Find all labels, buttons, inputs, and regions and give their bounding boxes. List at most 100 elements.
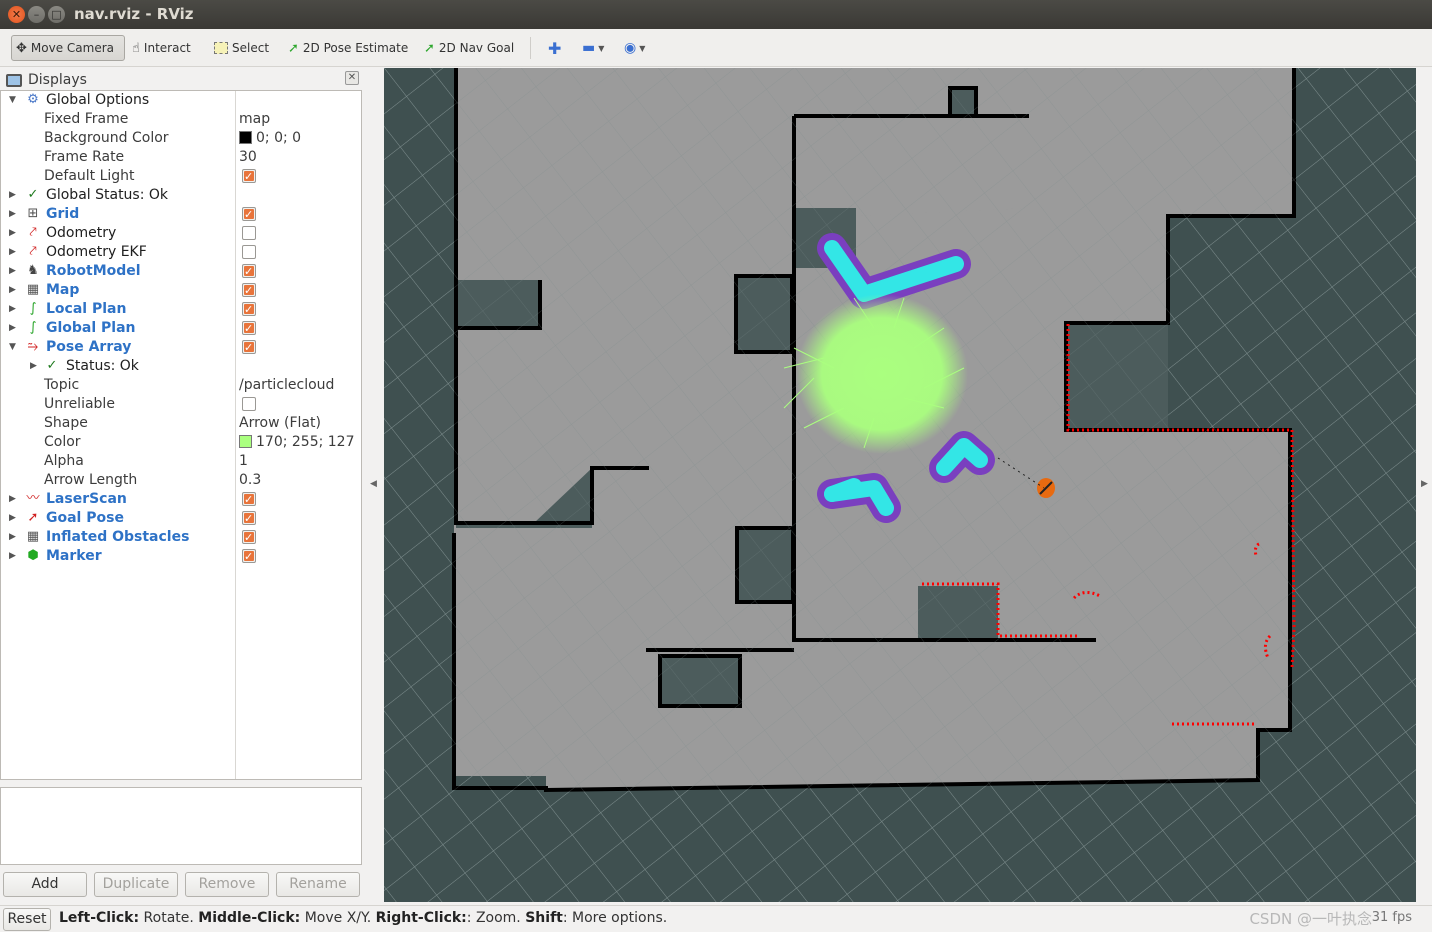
tree-row-default-light[interactable]: Default Light	[1, 167, 361, 186]
arrow-length-value[interactable]: 0.3	[239, 471, 261, 490]
goal-pose-checkbox[interactable]	[242, 509, 256, 528]
tree-row-unreliable[interactable]: Unreliable	[1, 395, 361, 414]
color-value[interactable]: 170; 255; 127	[239, 433, 355, 452]
tree-row-odometry-ekf[interactable]: ▶ ⤤ Odometry EKF	[1, 243, 361, 262]
robot-model-label: RobotModel	[46, 263, 141, 279]
robot-model-checkbox[interactable]	[242, 262, 256, 281]
grid-checkbox[interactable]	[242, 205, 256, 224]
expand-arrow-icon[interactable]: ▶	[9, 319, 19, 338]
tree-row-marker[interactable]: ▶ ⬢ Marker	[1, 547, 361, 566]
move-camera-label: Move Camera	[30, 41, 114, 55]
inflated-obstacles-checkbox[interactable]	[242, 528, 256, 547]
expand-arrow-icon[interactable]: ▶	[9, 300, 19, 319]
tree-row-robot-model[interactable]: ▶ ♞ RobotModel	[1, 262, 361, 281]
expand-arrow-icon[interactable]: ▶	[9, 547, 19, 566]
tree-row-inflated-obstacles[interactable]: ▶ ▦ Inflated Obstacles	[1, 528, 361, 547]
nav-goal-button[interactable]: ➚ 2D Nav Goal	[420, 35, 518, 61]
tree-row-global-options[interactable]: ▼ ⚙ Global Options	[1, 91, 361, 110]
tree-row-shape[interactable]: Shape Arrow (Flat)	[1, 414, 361, 433]
odometry-checkbox[interactable]	[242, 226, 256, 240]
expand-arrow-icon[interactable]: ▶	[9, 528, 19, 547]
reset-button[interactable]: Reset	[3, 908, 51, 931]
tree-row-frame-rate[interactable]: Frame Rate 30	[1, 148, 361, 167]
close-window-button[interactable]: ✕	[8, 6, 25, 23]
tree-row-fixed-frame[interactable]: Fixed Frame map	[1, 110, 361, 129]
expand-arrow-icon[interactable]: ▶	[30, 357, 40, 376]
expand-arrow-icon[interactable]: ▶	[9, 262, 19, 281]
pose-estimate-button[interactable]: ➚ 2D Pose Estimate	[284, 35, 412, 61]
expand-arrow-icon[interactable]: ▶	[9, 224, 19, 243]
map-checkbox[interactable]	[242, 281, 256, 300]
expand-arrow-icon[interactable]: ▶	[9, 243, 19, 262]
tree-row-pose-array-status[interactable]: ▶ ✓ Status: Ok	[1, 357, 361, 376]
expand-arrow-icon[interactable]: ▶	[9, 205, 19, 224]
fixed-frame-value[interactable]: map	[239, 110, 270, 129]
remove-button[interactable]: Remove	[185, 872, 269, 897]
odometry-ekf-checkbox[interactable]	[242, 245, 256, 259]
tree-row-topic[interactable]: Topic /particlecloud	[1, 376, 361, 395]
add-button[interactable]: Add	[3, 872, 87, 897]
laser-scan-checkbox[interactable]	[242, 490, 256, 509]
goal-pose-label: Goal Pose	[46, 510, 124, 526]
tree-row-grid[interactable]: ▶ ⊞ Grid	[1, 205, 361, 224]
laser-scan-icon: 〰	[26, 491, 40, 506]
view-eye-icon[interactable]: ◉ ▼	[620, 35, 649, 61]
expand-arrow-icon[interactable]: ▼	[9, 91, 19, 110]
tree-row-color[interactable]: Color 170; 255; 127	[1, 433, 361, 452]
color-label: Color	[44, 434, 81, 450]
tree-row-arrow-length[interactable]: Arrow Length 0.3	[1, 471, 361, 490]
marker-cube-icon: ⬢	[27, 548, 39, 563]
rename-button[interactable]: Rename	[276, 872, 360, 897]
shape-value[interactable]: Arrow (Flat)	[239, 414, 321, 433]
remove-tool-minus-icon[interactable]: ▬ ▼	[578, 35, 608, 61]
expand-arrow-icon[interactable]: ▶	[9, 281, 19, 300]
expand-arrow-icon[interactable]: ▶	[9, 186, 19, 205]
tree-row-laser-scan[interactable]: ▶ 〰 LaserScan	[1, 490, 361, 509]
tree-row-goal-pose[interactable]: ▶ ➚ Goal Pose	[1, 509, 361, 528]
tree-row-map[interactable]: ▶ ▦ Map	[1, 281, 361, 300]
move-camera-button[interactable]: ✥ Move Camera	[11, 35, 125, 61]
tree-row-local-plan[interactable]: ▶ ∫ Local Plan	[1, 300, 361, 319]
default-light-checkbox[interactable]	[242, 167, 256, 186]
select-button[interactable]: Select	[210, 35, 273, 61]
tree-row-global-plan[interactable]: ▶ ∫ Global Plan	[1, 319, 361, 338]
global-status-label: Global Status: Ok	[46, 187, 169, 203]
pose-array-checkbox[interactable]	[242, 338, 256, 357]
nav-goal-label: 2D Nav Goal	[438, 41, 515, 55]
maximize-window-button[interactable]: □	[48, 6, 65, 23]
tree-row-alpha[interactable]: Alpha 1	[1, 452, 361, 471]
tree-row-global-status[interactable]: ▶ ✓ Global Status: Ok	[1, 186, 361, 205]
alpha-value[interactable]: 1	[239, 452, 248, 471]
collapse-left-arrow-icon[interactable]: ◀	[370, 479, 377, 489]
laser-scan-label: LaserScan	[46, 491, 127, 507]
collapse-arrow-icon[interactable]: ▼	[9, 338, 19, 357]
tree-row-odometry[interactable]: ▶ ⤤ Odometry	[1, 224, 361, 243]
add-tool-plus-icon[interactable]: ✚	[544, 35, 565, 61]
map-render[interactable]	[384, 68, 1416, 902]
default-light-label: Default Light	[44, 168, 135, 184]
toolbar-separator	[530, 37, 531, 59]
chevron-down-icon: ▼	[598, 43, 605, 53]
status-bar: Reset Left-Click: Rotate. Middle-Click: …	[0, 905, 1432, 932]
global-plan-checkbox[interactable]	[242, 319, 256, 338]
collapse-right-arrow-icon[interactable]: ▶	[1421, 479, 1428, 489]
close-panel-button[interactable]: ✕	[345, 71, 359, 85]
global-plan-label: Global Plan	[46, 320, 136, 336]
grid-icon: ⊞	[27, 206, 39, 221]
minimize-window-button[interactable]: –	[28, 6, 45, 23]
path-icon: ∫	[29, 301, 37, 316]
expand-arrow-icon[interactable]: ▶	[9, 490, 19, 509]
frame-rate-value[interactable]: 30	[239, 148, 257, 167]
marker-checkbox[interactable]	[242, 547, 256, 566]
background-color-value[interactable]: 0; 0; 0	[239, 129, 301, 148]
description-box	[0, 787, 362, 865]
duplicate-button[interactable]: Duplicate	[94, 872, 178, 897]
unreliable-checkbox[interactable]	[242, 397, 256, 411]
expand-arrow-icon[interactable]: ▶	[9, 509, 19, 528]
render-viewport[interactable]	[384, 68, 1416, 902]
tree-row-pose-array[interactable]: ▼ ⥲ Pose Array	[1, 338, 361, 357]
tree-row-background-color[interactable]: Background Color 0; 0; 0	[1, 129, 361, 148]
topic-value[interactable]: /particlecloud	[239, 376, 334, 395]
interact-button[interactable]: ☝ Interact	[128, 35, 195, 61]
local-plan-checkbox[interactable]	[242, 300, 256, 319]
